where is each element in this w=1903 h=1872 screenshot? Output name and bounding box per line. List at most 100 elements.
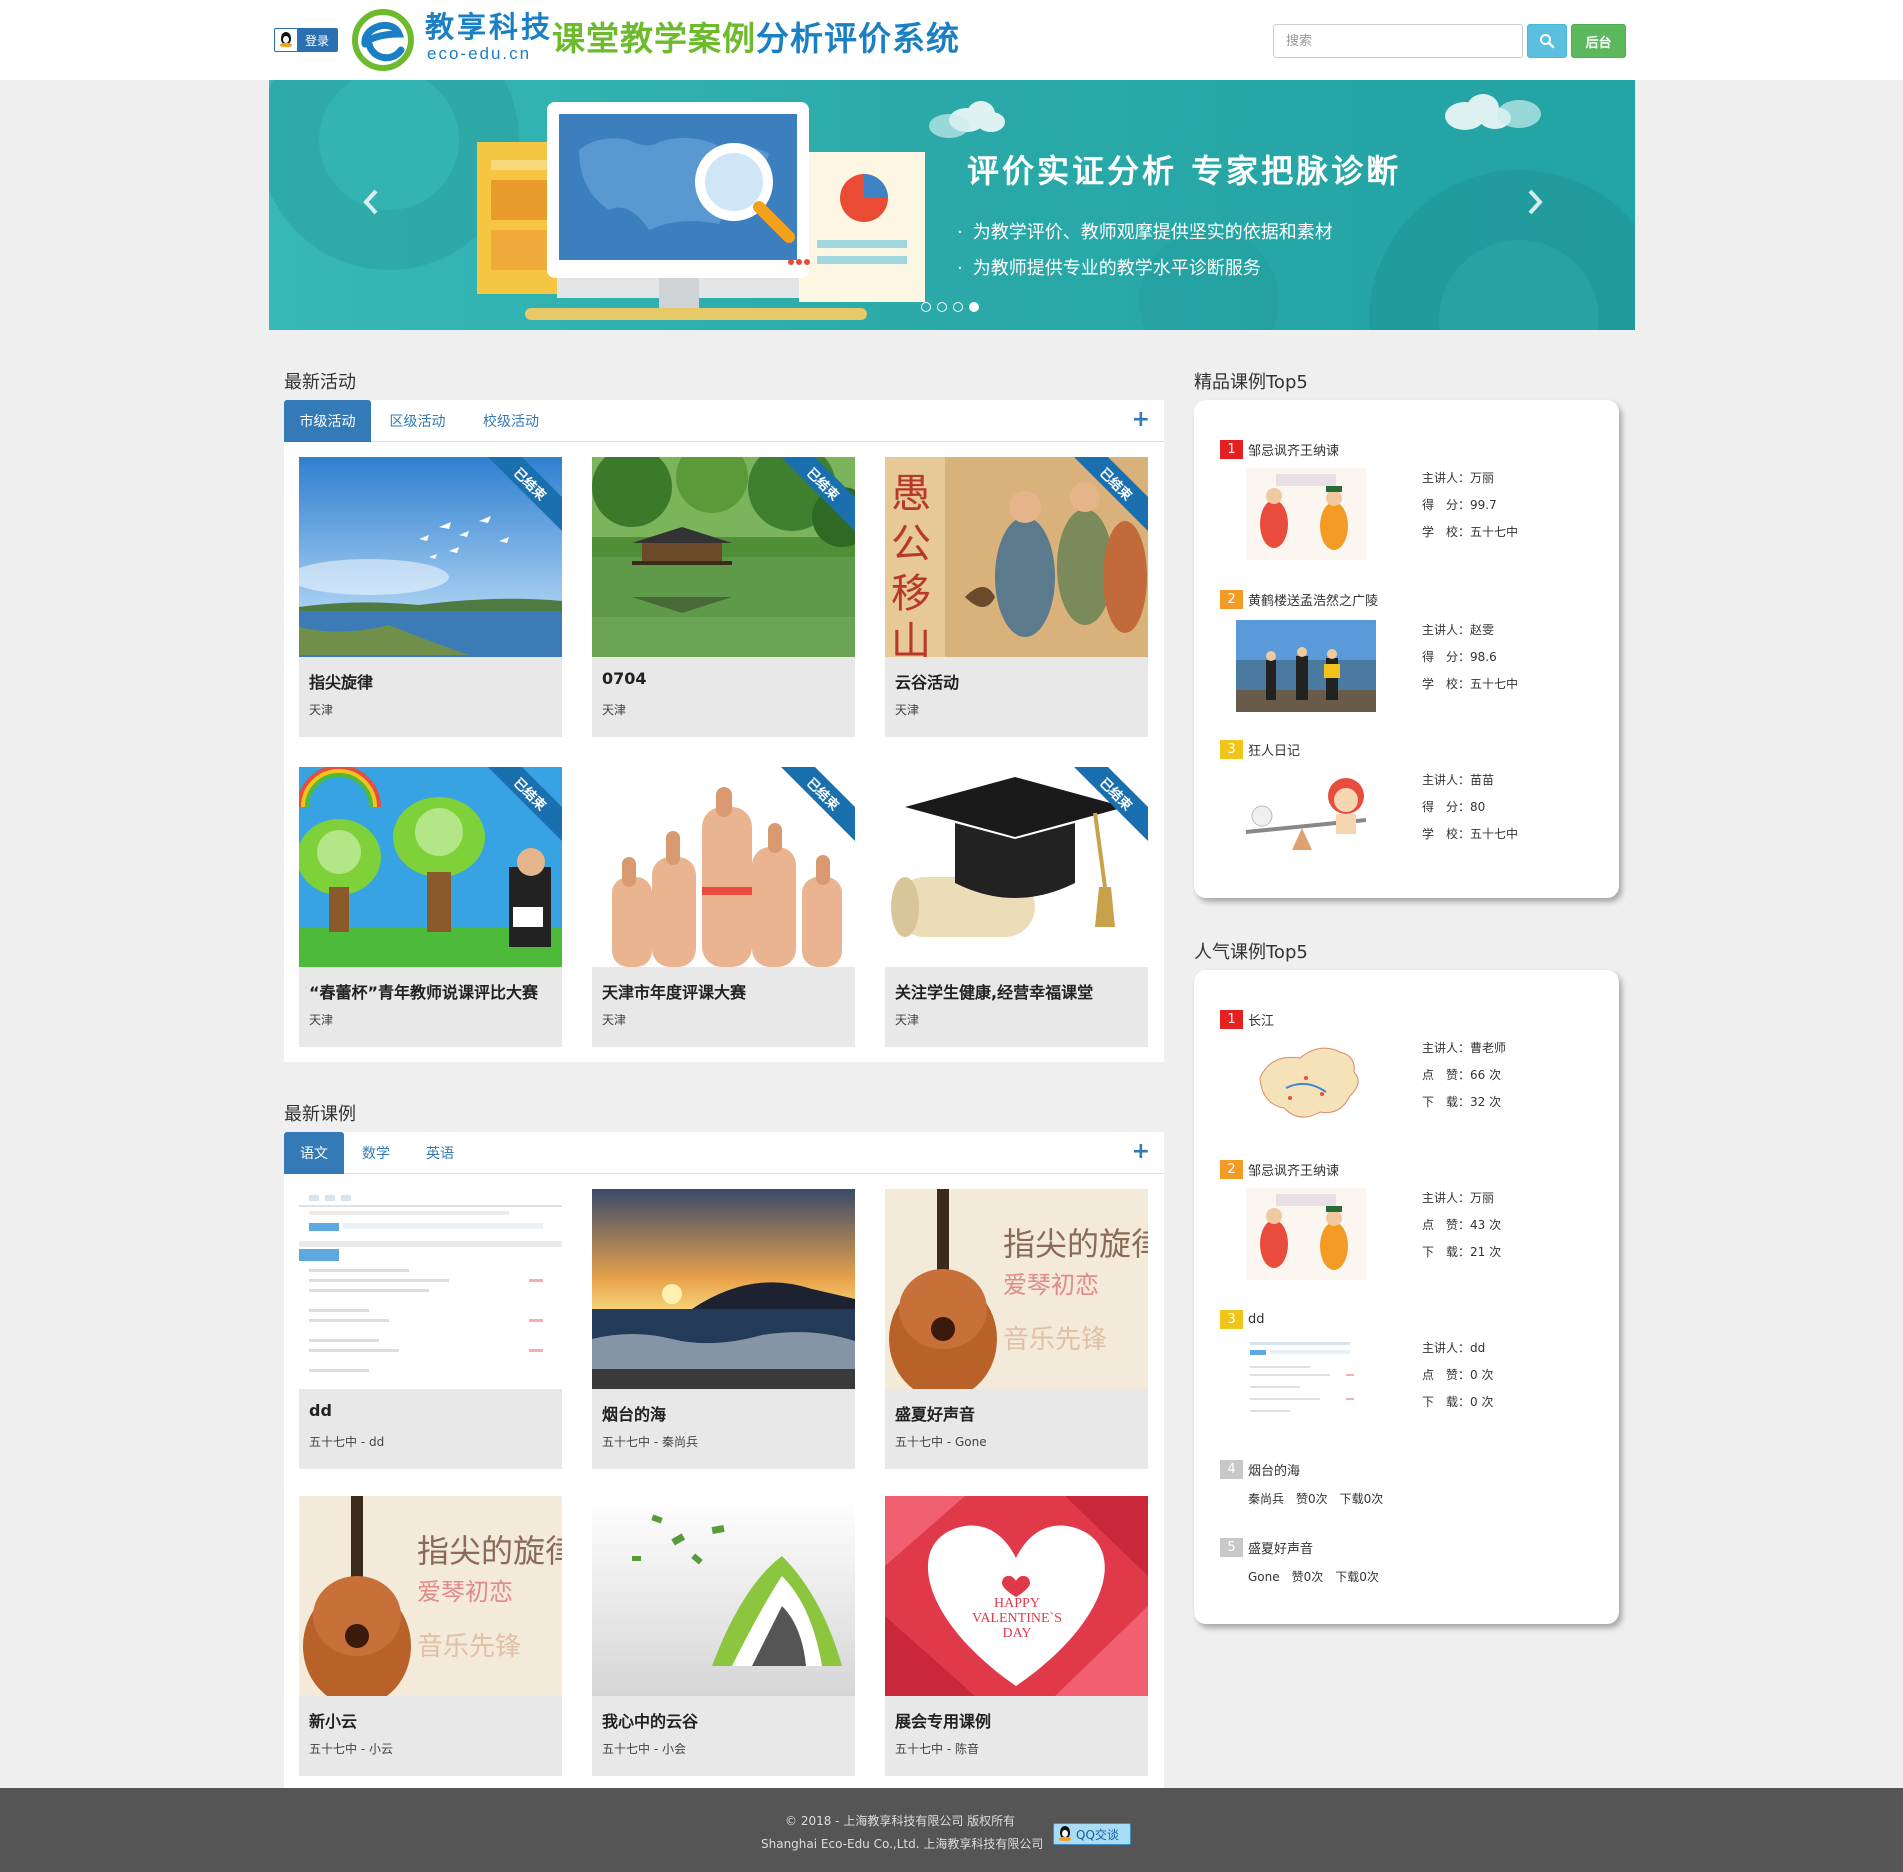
activity-location: 天津 — [309, 1013, 334, 1027]
search-button[interactable] — [1527, 24, 1567, 58]
speaker: 主讲人：曹老师 — [1422, 1041, 1507, 1055]
activity-title: 天津市年度评课大赛 — [602, 983, 747, 1002]
lesson-school-teacher: 五十七中 - Gone — [895, 1435, 987, 1449]
activity-card[interactable]: 愚 公 移 山 已结束 云谷活动 天津 — [885, 457, 1148, 737]
banner-bullet-2: · 为教师提供专业的教学水平诊断服务 — [957, 258, 1261, 279]
quality-item-name[interactable]: 黄鹤楼送孟浩然之广陵 — [1248, 590, 1378, 609]
popular-item-5[interactable]: 5 盛夏好声音 — [1220, 1538, 1313, 1557]
carousel-dot-1[interactable] — [921, 302, 931, 312]
carousel-dot-3[interactable] — [953, 302, 963, 312]
activity-card[interactable]: 已结束 指尖旋律 天津 — [299, 457, 562, 737]
carousel-prev-button[interactable] — [351, 182, 391, 222]
school: 学 校：五十七中 — [1422, 677, 1519, 691]
banner-bullet-1: · 为教学评价、教师观摩提供坚实的依据和素材 — [957, 222, 1333, 243]
system-title: 课堂教学案例分析评价系统 — [552, 18, 960, 60]
qq-chat-button[interactable]: QQ交谈 — [1053, 1823, 1131, 1845]
guitar-overlay-sub1: 爱琴初恋 — [1003, 1271, 1099, 1299]
popular-item-2[interactable]: 2 邹忌讽齐王纳谏 — [1220, 1160, 1339, 1179]
activity-card[interactable]: 已结束 “春蕾杯”青年教师说课评比大赛 天津 — [299, 767, 562, 1047]
tab-school-activities[interactable]: 校级活动 — [464, 400, 558, 442]
popular-item-name[interactable]: 长江 — [1248, 1010, 1274, 1029]
school: 学 校：五十七中 — [1422, 525, 1519, 539]
activities-more-button[interactable]: + — [1132, 409, 1150, 431]
guitar-overlay-sub1: 爱琴初恋 — [417, 1578, 513, 1606]
tab-math[interactable]: 数学 — [344, 1132, 408, 1174]
svg-text:移: 移 — [891, 571, 931, 617]
tab-english[interactable]: 英语 — [408, 1132, 472, 1174]
activity-location: 天津 — [602, 703, 627, 717]
carousel-indicators — [921, 302, 979, 312]
activity-title: 关注学生健康,经营幸福课堂 — [895, 983, 1094, 1002]
lesson-title: 我心中的云谷 — [602, 1712, 699, 1731]
rank-badge: 3 — [1220, 1310, 1243, 1329]
activity-title: 云谷活动 — [895, 673, 960, 692]
tab-district-activities[interactable]: 区级活动 — [371, 400, 464, 442]
lesson-school-teacher: 五十七中 - dd — [309, 1435, 385, 1449]
rank-badge: 2 — [1220, 590, 1243, 609]
lesson-school-teacher: 五十七中 - 秦尚兵 — [602, 1435, 698, 1449]
quality-item-name[interactable]: 邹忌讽齐王纳谏 — [1248, 440, 1339, 459]
lesson-thumb-book-art — [592, 1496, 855, 1696]
popular-item-name[interactable]: dd — [1248, 1312, 1265, 1327]
quality-item-name[interactable]: 狂人日记 — [1248, 740, 1300, 759]
lesson-thumb-sunset-sea — [592, 1189, 855, 1389]
quality-top5-panel: 1 邹忌讽齐王纳谏 主讲人：万丽 得 分：99.7 学 校：五十七中 2 黄鹤楼… — [1194, 400, 1619, 898]
carousel-dot-2[interactable] — [937, 302, 947, 312]
popular-item-info: 主讲人：曹老师 点 赞：66 次 下 载：32 次 — [1422, 1038, 1506, 1119]
lesson-thumb-guitar: 指尖的旋律 爱琴初恋 音乐先锋 — [885, 1189, 1148, 1389]
lesson-card[interactable]: HAPPY VALENTINE`S DAY 展会专用课例 五十七中 - 陈音 — [885, 1496, 1148, 1776]
popular-item-info: 主讲人：万丽 点 赞：43 次 下 载：21 次 — [1422, 1188, 1501, 1269]
popular-item-name[interactable]: 盛夏好声音 — [1248, 1538, 1313, 1557]
popular-item-name[interactable]: 烟台的海 — [1248, 1460, 1300, 1479]
popular-item-1[interactable]: 1 长江 — [1220, 1010, 1274, 1029]
quality-item-3[interactable]: 3 狂人日记 — [1220, 740, 1300, 759]
tab-chinese[interactable]: 语文 — [284, 1132, 344, 1174]
svg-text:山: 山 — [891, 619, 931, 657]
footer-copyright: © 2018 - 上海教享科技有限公司 版权所有 — [785, 1814, 1016, 1828]
downloads: 下 载：32 次 — [1422, 1095, 1502, 1109]
popular-item-3[interactable]: 3 dd — [1220, 1310, 1265, 1329]
carousel-next-button[interactable] — [1515, 182, 1555, 222]
logo-chinese: 教享科技 — [425, 10, 554, 44]
lesson-title: 烟台的海 — [602, 1405, 667, 1424]
lesson-school-teacher: 五十七中 - 小云 — [309, 1742, 393, 1756]
lesson-title: dd — [309, 1401, 332, 1420]
search-input[interactable] — [1273, 24, 1523, 58]
quality-thumb-photo — [1236, 620, 1376, 712]
guitar-overlay-sub2: 音乐先锋 — [417, 1632, 522, 1662]
lesson-card[interactable]: dd 五十七中 - dd — [299, 1189, 562, 1469]
rank-badge: 3 — [1220, 740, 1243, 759]
lesson-card[interactable]: 烟台的海 五十七中 - 秦尚兵 — [592, 1189, 855, 1469]
school: 学 校：五十七中 — [1422, 827, 1519, 841]
lesson-card[interactable]: 指尖的旋律 爱琴初恋 音乐先锋 盛夏好声音 五十七中 - Gone — [885, 1189, 1148, 1469]
lesson-title: 新小云 — [309, 1712, 358, 1731]
activity-card[interactable]: 已结束 关注学生健康,经营幸福课堂 天津 — [885, 767, 1148, 1047]
guitar-overlay-title: 指尖的旋律 — [1003, 1225, 1148, 1263]
lesson-school-teacher: 五十七中 - 陈音 — [895, 1742, 979, 1756]
svg-text:愚: 愚 — [891, 471, 931, 517]
popular-top5-panel: 1 长江 主讲人：曹老师 点 赞：66 次 下 载：32 次 2 邹忌讽齐王纳谏… — [1194, 970, 1619, 1624]
likes: 点 赞：0 次 — [1422, 1368, 1494, 1382]
qq-penguin-icon — [275, 29, 297, 51]
likes: 点 赞：66 次 — [1422, 1068, 1502, 1082]
popular-item-name[interactable]: 邹忌讽齐王纳谏 — [1248, 1160, 1339, 1179]
lesson-card[interactable]: 指尖的旋律 爱琴初恋 音乐先锋 新小云 五十七中 - 小云 — [299, 1496, 562, 1776]
lessons-more-button[interactable]: + — [1132, 1141, 1150, 1163]
page-footer — [0, 1788, 1903, 1872]
quality-top5-title: 精品课例Top5 — [1194, 372, 1308, 393]
tab-city-activities[interactable]: 市级活动 — [284, 400, 371, 442]
quality-thumb-cartoon-girl — [1236, 770, 1376, 862]
top-header: 登录 教享科技 eco-edu.cn 课堂教学案例分析评价系统 后台 — [0, 0, 1903, 80]
activity-card[interactable]: 已结束 天津市年度评课大赛 天津 — [592, 767, 855, 1047]
footer-company: Shanghai Eco-Edu Co.,Ltd. 上海教享科技有限公司 — [761, 1837, 1044, 1851]
quality-item-2[interactable]: 2 黄鹤楼送孟浩然之广陵 — [1220, 590, 1378, 609]
carousel-dot-4[interactable] — [969, 302, 979, 312]
lesson-card[interactable]: 我心中的云谷 五十七中 - 小会 — [592, 1496, 855, 1776]
popular-item-4[interactable]: 4 烟台的海 — [1220, 1460, 1300, 1479]
rank-badge: 5 — [1220, 1538, 1243, 1557]
quality-item-1[interactable]: 1 邹忌讽齐王纳谏 — [1220, 440, 1339, 459]
activity-card[interactable]: 已结束 0704 天津 — [592, 457, 855, 737]
admin-button[interactable]: 后台 — [1571, 24, 1626, 58]
qq-login-button[interactable]: 登录 — [274, 28, 338, 52]
downloads: 下 载：0 次 — [1422, 1395, 1494, 1409]
